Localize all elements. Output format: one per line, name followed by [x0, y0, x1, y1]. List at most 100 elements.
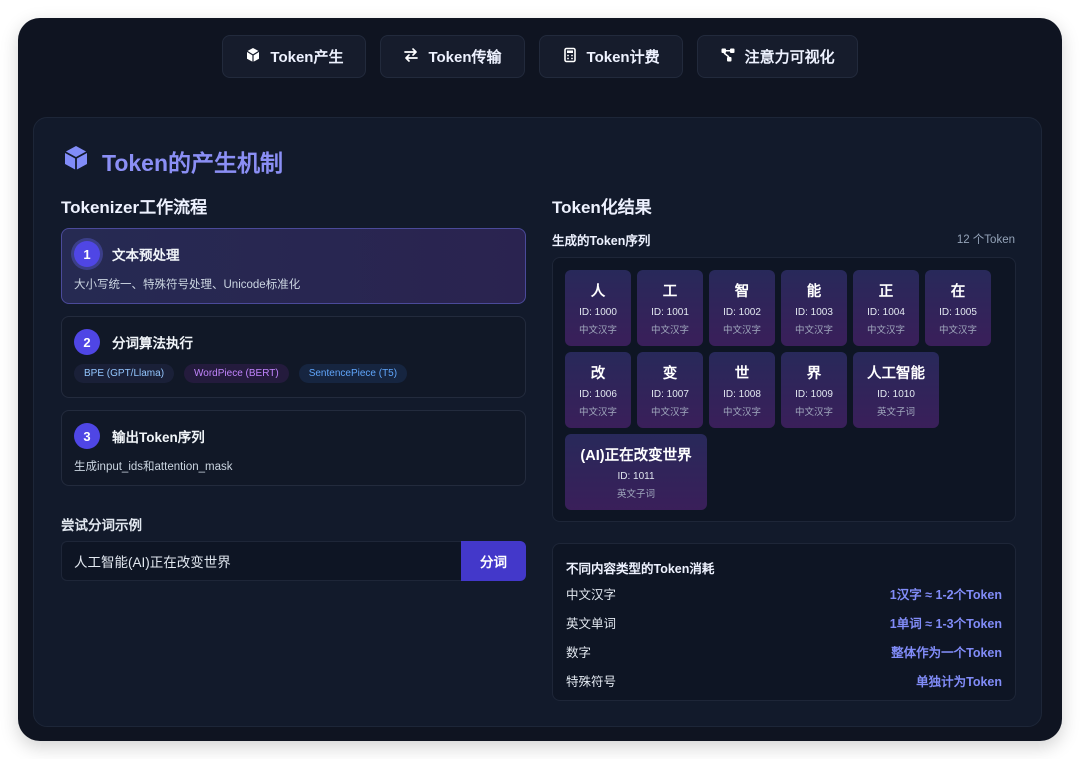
token-type: 中文汉字	[578, 407, 617, 418]
nodes-icon	[720, 47, 736, 67]
token-id: ID: 1000	[579, 307, 617, 318]
token-type: 中文汉字	[650, 407, 689, 418]
calculator-icon	[562, 47, 578, 67]
badge-wordpiece: WordPiece (BERT)	[184, 364, 289, 383]
token-text: 智	[734, 284, 750, 300]
token-id: ID: 1007	[651, 389, 689, 400]
app-window: Token产生 Token传输 Token计费 注意力可视化 Token的产生机…	[18, 18, 1062, 741]
token-chip[interactable]: 界 ID: 1009 中文汉字	[781, 352, 847, 428]
step-number: 2	[74, 329, 100, 355]
tab-attention-visualization[interactable]: 注意力可视化	[696, 35, 858, 78]
token-text: 变	[662, 366, 678, 382]
try-example-label: 尝试分词示例	[61, 518, 142, 533]
token-text: 改	[590, 366, 606, 382]
token-count: 12 个Token	[956, 234, 1015, 246]
cost-row: 英文单词 1单词 ≈ 1-3个Token	[566, 613, 1002, 632]
token-cost-box: 不同内容类型的Token消耗 中文汉字 1汉字 ≈ 1-2个Token 英文单词…	[552, 543, 1016, 701]
cube-icon	[245, 47, 261, 67]
token-id: ID: 1005	[939, 307, 977, 318]
token-type: 中文汉字	[938, 325, 977, 336]
token-type: 中文汉字	[722, 325, 761, 336]
cost-row-value: 整体作为一个Token	[891, 646, 1002, 660]
token-type: 中文汉字	[578, 325, 617, 336]
token-type: 中文汉字	[650, 325, 689, 336]
step-description: 大小写统一、特殊符号处理、Unicode标准化	[74, 279, 301, 291]
cost-row-key: 中文汉字	[566, 588, 617, 602]
token-id: ID: 1006	[579, 389, 617, 400]
tab-label: Token产生	[270, 49, 344, 66]
token-type: 中文汉字	[866, 325, 905, 336]
token-chip[interactable]: 世 ID: 1008 中文汉字	[709, 352, 775, 428]
token-id: ID: 1002	[723, 307, 761, 318]
step-preprocessing[interactable]: 1 文本预处理 大小写统一、特殊符号处理、Unicode标准化	[61, 228, 526, 304]
tab-label: Token传输	[428, 49, 502, 66]
token-id: ID: 1011	[617, 471, 655, 482]
token-cost-title: 不同内容类型的Token消耗	[566, 562, 715, 576]
tab-label: Token计费	[586, 49, 660, 66]
token-sequence-label: 生成的Token序列	[552, 234, 651, 248]
token-generation-panel: Token的产生机制 Tokenizer工作流程 Token化结果 1 文本预处…	[33, 117, 1042, 727]
token-text: 在	[950, 284, 966, 300]
token-id: ID: 1004	[867, 307, 905, 318]
tab-bar: Token产生 Token传输 Token计费 注意力可视化	[18, 35, 1062, 78]
token-text: 人	[590, 284, 606, 300]
step-number: 3	[74, 423, 100, 449]
token-chip[interactable]: 改 ID: 1006 中文汉字	[565, 352, 631, 428]
cost-row-value: 1汉字 ≈ 1-2个Token	[889, 588, 1002, 602]
step-number: 1	[74, 241, 100, 267]
cost-row-key: 特殊符号	[566, 675, 617, 689]
tokenize-button[interactable]: 分词	[461, 541, 526, 581]
panel-title: Token的产生机制	[62, 144, 283, 178]
step-title: 分词算法执行	[112, 336, 193, 351]
tokenizer-workflow-title: Tokenizer工作流程	[61, 198, 208, 217]
badge-bpe: BPE (GPT/Llama)	[74, 364, 175, 383]
token-text: 世	[734, 366, 750, 382]
badge-sentencepiece: SentencePiece (T5)	[298, 364, 408, 383]
token-chip[interactable]: 人工智能 ID: 1010 英文子词	[853, 352, 939, 428]
token-chip[interactable]: (AI)正在改变世界 ID: 1011 英文子词	[565, 434, 707, 510]
tokenize-input[interactable]	[61, 541, 461, 581]
token-type: 英文子词	[616, 489, 655, 500]
token-text: 能	[806, 284, 822, 300]
token-text: 人工智能	[867, 366, 925, 382]
tab-token-generation[interactable]: Token产生	[222, 35, 367, 78]
token-chip[interactable]: 变 ID: 1007 中文汉字	[637, 352, 703, 428]
step-output-sequence[interactable]: 3 输出Token序列 生成input_ids和attention_mask	[61, 410, 526, 486]
token-id: ID: 1010	[877, 389, 915, 400]
token-type: 英文子词	[876, 407, 915, 418]
token-chip[interactable]: 人 ID: 1000 中文汉字	[565, 270, 631, 346]
algorithm-badges: BPE (GPT/Llama) WordPiece (BERT) Sentenc…	[74, 364, 408, 383]
token-chip[interactable]: 在 ID: 1005 中文汉字	[925, 270, 991, 346]
token-chip[interactable]: 智 ID: 1002 中文汉字	[709, 270, 775, 346]
token-type: 中文汉字	[794, 407, 833, 418]
token-chip[interactable]: 工 ID: 1001 中文汉字	[637, 270, 703, 346]
token-chip[interactable]: 正 ID: 1004 中文汉字	[853, 270, 919, 346]
token-chip[interactable]: 能 ID: 1003 中文汉字	[781, 270, 847, 346]
step-title: 输出Token序列	[112, 430, 205, 445]
token-type: 中文汉字	[794, 325, 833, 336]
token-text: 正	[878, 284, 894, 300]
token-sequence-box: 人 ID: 1000 中文汉字 工 ID: 1001 中文汉字 智 ID: 10…	[552, 257, 1016, 522]
cost-row-value: 1单词 ≈ 1-3个Token	[889, 617, 1002, 631]
step-tokenization-algorithm[interactable]: 2 分词算法执行 BPE (GPT/Llama) WordPiece (BERT…	[61, 316, 526, 398]
panel-title-text: Token的产生机制	[102, 150, 284, 176]
token-type: 中文汉字	[722, 407, 761, 418]
token-text: 界	[806, 366, 822, 382]
token-id: ID: 1001	[651, 307, 689, 318]
tab-token-transfer[interactable]: Token传输	[380, 35, 525, 78]
token-result-title: Token化结果	[552, 198, 652, 217]
token-text: 工	[662, 284, 678, 300]
cost-row-key: 数字	[566, 646, 592, 660]
step-title: 文本预处理	[112, 248, 180, 263]
cost-row-key: 英文单词	[566, 617, 617, 631]
cost-row: 数字 整体作为一个Token	[566, 642, 1002, 661]
token-id: ID: 1008	[723, 389, 761, 400]
tab-label: 注意力可视化	[744, 49, 835, 66]
cost-row: 特殊符号 单独计为Token	[566, 671, 1002, 690]
token-id: ID: 1009	[795, 389, 833, 400]
token-text: (AI)正在改变世界	[580, 448, 692, 464]
arrows-exchange-icon	[403, 47, 419, 67]
tab-token-billing[interactable]: Token计费	[538, 35, 683, 78]
cost-row: 中文汉字 1汉字 ≈ 1-2个Token	[566, 584, 1002, 603]
cost-row-value: 单独计为Token	[916, 675, 1002, 689]
